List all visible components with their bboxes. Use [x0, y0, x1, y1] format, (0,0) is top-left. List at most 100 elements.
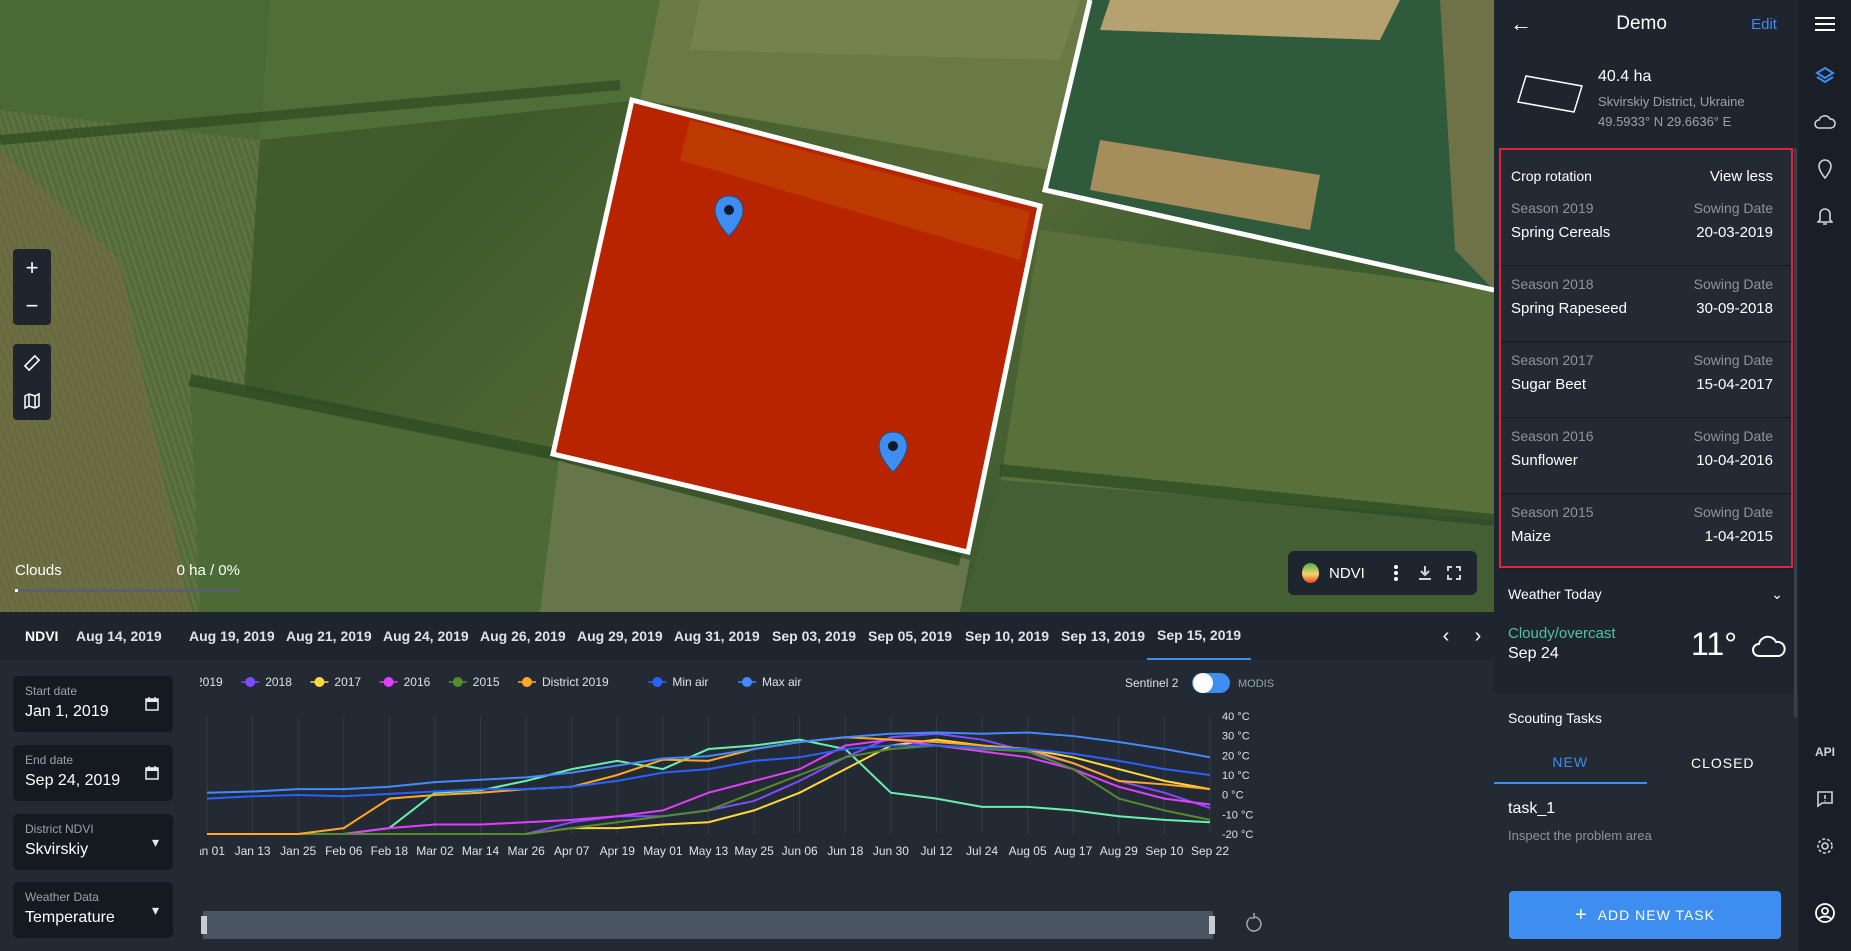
chevron-down-icon[interactable]: ⌄	[1771, 586, 1783, 603]
date-item[interactable]: Sep 03, 2019	[762, 612, 866, 660]
source-toggle[interactable]: Sentinel 2 MODIS	[1125, 673, 1274, 693]
sidebar-scrollbar[interactable]	[1794, 148, 1797, 718]
sentinel-label: Sentinel 2	[1125, 676, 1179, 690]
tab-new[interactable]: NEW	[1494, 742, 1647, 784]
add-new-task-button[interactable]: + ADD NEW TASK	[1509, 891, 1781, 939]
legend-item[interactable]: 2019	[172, 675, 223, 689]
sowing-date-value: 10-04-2016	[1696, 452, 1773, 469]
fullscreen-icon[interactable]	[1444, 562, 1463, 584]
field-shape-icon	[1517, 75, 1583, 113]
weather-cloud-icon[interactable]	[1799, 102, 1851, 142]
date-item[interactable]: Sep 10, 2019	[955, 612, 1059, 660]
cloud-icon	[1752, 635, 1786, 657]
sowing-date-label: Sowing Date	[1693, 504, 1773, 520]
legend-label: District 2019	[542, 675, 609, 689]
download-icon[interactable]	[1416, 562, 1435, 584]
season-row[interactable]: Season 2016 Sunflower Sowing Date 10-04-201…	[1501, 418, 1791, 494]
map-layers-button[interactable]	[13, 382, 51, 420]
legend-label: Max air	[762, 675, 801, 689]
x-tick-label: Jun 30	[873, 844, 909, 858]
layer-control: NDVI	[1288, 551, 1477, 595]
legend-item[interactable]: Min air	[648, 675, 708, 689]
layers-icon[interactable]	[1799, 56, 1851, 96]
ruler-button[interactable]	[13, 344, 51, 382]
x-tick-label: Aug 29	[1100, 844, 1138, 858]
weather-condition: Cloudy/overcast	[1508, 625, 1616, 642]
plus-icon: +	[1575, 903, 1588, 926]
crop-rotation-panel: Crop rotation View less Season 2019 Sprin…	[1499, 148, 1793, 570]
date-item[interactable]: Aug 26, 2019	[470, 612, 576, 660]
sowing-date-value: 1-04-2015	[1704, 528, 1773, 545]
date-item[interactable]: Sep 15, 2019	[1147, 612, 1252, 660]
date-item[interactable]: Aug 31, 2019	[664, 612, 770, 660]
prev-date-icon[interactable]: ‹	[1443, 625, 1450, 648]
x-tick-label: Mar 26	[507, 844, 545, 858]
weather-today: Weather Today ⌄ Cloudy/overcast Sep 24 1…	[1494, 572, 1799, 680]
tab-closed[interactable]: CLOSED	[1647, 742, 1800, 784]
layer-label[interactable]: NDVI	[1329, 565, 1365, 582]
x-tick-label: Sep 10	[1145, 844, 1183, 858]
x-tick-label: May 13	[689, 844, 729, 858]
location-pin-icon[interactable]	[1799, 149, 1851, 189]
season-row[interactable]: Season 2015 Maize Sowing Date 1-04-2015	[1501, 494, 1791, 570]
end-date-label: End date	[25, 753, 74, 767]
legend-item[interactable]: District 2019	[518, 675, 609, 689]
menu-icon[interactable]	[1799, 4, 1851, 44]
weather-data-value: Temperature	[25, 909, 115, 926]
map-tools	[13, 344, 51, 420]
district-ndvi-select[interactable]: District NDVI Skvirskiy ▾	[13, 814, 173, 870]
edit-button[interactable]: Edit	[1751, 16, 1777, 33]
zoom-out-button[interactable]: −	[13, 287, 51, 325]
y2-tick-label: 30 °C	[1222, 731, 1250, 743]
date-item[interactable]: Aug 24, 2019	[373, 612, 479, 660]
more-vert-icon[interactable]	[1387, 562, 1406, 584]
map-view[interactable]: + − Clouds 0 ha / 0% NDVI	[0, 0, 1494, 612]
legend-item[interactable]: 2016	[379, 675, 431, 689]
start-date-field[interactable]: Start date Jan 1, 2019	[13, 676, 173, 732]
next-date-icon[interactable]: ›	[1475, 625, 1482, 648]
x-tick-label: Jun 18	[827, 844, 863, 858]
legend-label: 2015	[473, 675, 500, 689]
range-slider[interactable]	[201, 911, 1215, 939]
y2-tick-label: -20 °C	[1222, 829, 1253, 841]
bell-icon[interactable]	[1799, 196, 1851, 236]
season-label: Season 2017	[1511, 352, 1594, 368]
api-icon[interactable]: API	[1799, 732, 1851, 772]
feedback-icon[interactable]	[1799, 779, 1851, 819]
x-tick-label: Mar 02	[416, 844, 454, 858]
date-item[interactable]: Sep 05, 2019	[858, 612, 962, 660]
season-crop: Maize	[1511, 528, 1552, 545]
task-item[interactable]: task_1 Inspect the problem area	[1494, 784, 1799, 843]
range-handle-start[interactable]	[201, 916, 207, 934]
date-item[interactable]: Aug 29, 2019	[567, 612, 673, 660]
legend-item[interactable]: 2017	[310, 675, 361, 689]
season-row[interactable]: Season 2019 Spring Cereals Sowing Date 20-0…	[1501, 190, 1791, 266]
range-handle-end[interactable]	[1209, 916, 1215, 934]
ruler-icon	[23, 354, 41, 372]
zoom-in-button[interactable]: +	[13, 249, 51, 287]
weather-data-select[interactable]: Weather Data Temperature ▾	[13, 882, 173, 938]
season-row[interactable]: Season 2018 Spring Rapeseed Sowing Date 30-…	[1501, 266, 1791, 342]
date-item[interactable]: Aug 19, 2019	[179, 612, 285, 660]
add-new-task-label: ADD NEW TASK	[1597, 907, 1715, 923]
view-less-button[interactable]: View less	[1710, 168, 1773, 185]
season-row[interactable]: Season 2017 Sugar Beet Sowing Date 15-04-20…	[1501, 342, 1791, 418]
reset-icon[interactable]	[1246, 913, 1262, 932]
weather-day: Sep 24	[1508, 645, 1559, 662]
legend-item[interactable]: Max air	[738, 675, 801, 689]
legend-item[interactable]: 2015	[448, 675, 500, 689]
crop-rotation-title: Crop rotation	[1511, 168, 1592, 184]
season-crop: Spring Rapeseed	[1511, 300, 1627, 317]
settings-gear-icon[interactable]	[1799, 826, 1851, 866]
date-item[interactable]: Sep 13, 2019	[1051, 612, 1155, 660]
end-date-field[interactable]: End date Sep 24, 2019	[13, 745, 173, 801]
date-item[interactable]: Aug 14, 2019	[72, 612, 172, 660]
date-item[interactable]: Aug 21, 2019	[276, 612, 382, 660]
nav-rail: API	[1799, 0, 1851, 951]
back-arrow-icon[interactable]: ←	[1510, 11, 1532, 37]
sowing-date-label: Sowing Date	[1693, 276, 1773, 292]
start-date-label: Start date	[25, 684, 78, 698]
calendar-icon	[145, 765, 159, 783]
legend-item[interactable]: 2018	[241, 675, 292, 689]
account-icon[interactable]	[1799, 893, 1851, 933]
